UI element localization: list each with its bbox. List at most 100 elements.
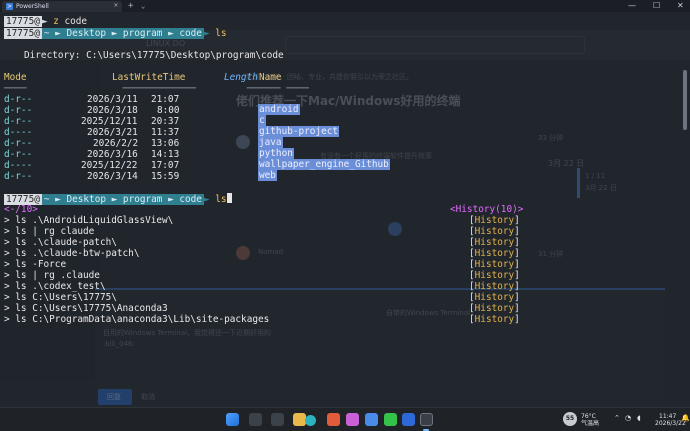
maximize-icon[interactable]: ☐: [653, 0, 660, 12]
path-segment: ~: [43, 28, 50, 39]
header-length: Length: [224, 72, 258, 83]
copilot-icon[interactable]: [346, 413, 359, 426]
prediction-item[interactable]: > ls C:\Users\17775\Anaconda3: [4, 303, 168, 314]
path-segment: Desktop: [66, 28, 106, 39]
row-time: 13:06: [151, 138, 180, 149]
history-tag: [History]: [469, 270, 520, 281]
vscode-icon[interactable]: [402, 413, 415, 426]
history-tag: [History]: [469, 259, 520, 270]
header-name: Name: [259, 72, 282, 83]
directory-line: Directory: C:\Users\17775\Desktop\progra…: [24, 50, 284, 61]
path-segment: ~: [43, 194, 50, 205]
prompt-arg: code: [64, 16, 88, 27]
name-column: android c github-project java python wal…: [258, 104, 390, 181]
terminal-app-icon[interactable]: [420, 413, 433, 426]
prompt-command: z: [53, 16, 59, 27]
dir-name: python: [258, 148, 294, 159]
history-tag: [History]: [469, 303, 520, 314]
prediction-item[interactable]: > ls .\claude-patch\: [4, 237, 117, 248]
clock-time[interactable]: 11:47: [659, 413, 676, 420]
office-icon[interactable]: [327, 413, 340, 426]
chevron-down-icon[interactable]: ⌄: [141, 0, 145, 12]
row-mode: d-r--: [4, 171, 33, 182]
prediction-item[interactable]: > ls .\codex_test\: [4, 281, 106, 292]
prompt-command: ls: [215, 28, 227, 39]
path-segment: program: [122, 28, 163, 39]
row-mode: d-r--: [4, 149, 33, 160]
prediction-item[interactable]: > ls | rg .claude: [4, 270, 100, 281]
prompt-line-3[interactable]: 17775@ ~ ► Desktop ► program ► code ► ls: [4, 193, 232, 205]
dir-name: java: [258, 137, 283, 148]
history-tag: [History]: [469, 248, 520, 259]
dir-name: github-project: [258, 126, 340, 137]
prompt-user: 17775@: [4, 16, 42, 27]
search-icon[interactable]: [249, 413, 262, 426]
row-time: 17:07: [151, 160, 180, 171]
new-tab-icon[interactable]: +: [128, 0, 133, 12]
path-segment: program: [122, 194, 163, 205]
history-tag: [History]: [469, 281, 520, 292]
path-segment: code: [179, 194, 202, 205]
header-lastwrite: LastWriteTime: [112, 72, 186, 83]
row-date: 2026/3/16: [87, 149, 138, 160]
row-date: 2026/3/21: [87, 127, 138, 138]
row-time: 21:07: [151, 94, 180, 105]
row-date: 2026/3/11: [87, 94, 138, 105]
tab-title: PowerShell: [16, 3, 49, 10]
start-icon[interactable]: [226, 413, 239, 426]
row-date: 2026/3/14: [87, 171, 138, 182]
row-time: 14:13: [151, 149, 180, 160]
dir-name: c: [258, 115, 266, 126]
header-mode: Mode: [4, 72, 27, 83]
prediction-item[interactable]: > ls C:\ProgramData\anaconda3\Lib\site-p…: [4, 314, 269, 325]
close-window-icon[interactable]: ✕: [677, 0, 684, 12]
taskbar: 55 76°C 气温高 ⌃ ◔ ◖ 11:47 2026/3/22 🔔: [0, 407, 690, 431]
dir-name: web: [258, 170, 277, 181]
weather-badge[interactable]: 55: [563, 412, 577, 426]
prompt-line-1: 17775@ ► z code: [4, 16, 88, 27]
row-date: 2026/2/2: [93, 138, 139, 149]
history-tag: [History]: [469, 237, 520, 248]
row-mode: d-r--: [4, 116, 33, 127]
prediction-item[interactable]: > ls C:\Users\17775\: [4, 292, 117, 303]
header-underline: ──── ───────────── ────── ────: [4, 83, 309, 94]
edge-icon[interactable]: [305, 415, 316, 426]
prediction-item[interactable]: > ls .\claude-btw-patch\: [4, 248, 139, 259]
task-view-icon[interactable]: [271, 413, 284, 426]
temperature: 76°C: [581, 413, 596, 420]
row-date: 2026/3/18: [87, 105, 138, 116]
close-icon[interactable]: ✕: [114, 1, 118, 9]
row-mode: d-r--: [4, 105, 33, 116]
tray-chevron-icon[interactable]: ⌃: [614, 415, 620, 422]
dir-name: android: [258, 104, 300, 115]
notification-icon[interactable]: 🔔: [681, 415, 690, 422]
terminal-window: > PowerShell ✕ + ⌄ — ☐ ✕ 17775@ ► z code …: [0, 0, 690, 407]
row-date: 2025/12/11: [81, 116, 138, 127]
prediction-source: <History(10)>: [450, 204, 524, 215]
wechat-icon[interactable]: [384, 413, 397, 426]
prompt-line-2: 17775@ ~ ► Desktop ► program ► code ► ls: [4, 28, 227, 39]
text-cursor: [226, 193, 232, 203]
weather-desc: 气温高: [581, 420, 600, 427]
store-icon[interactable]: [365, 413, 378, 426]
wifi-icon[interactable]: ◔: [625, 415, 631, 422]
row-time: 8:00: [157, 105, 180, 116]
prediction-item[interactable]: > ls -Force: [4, 259, 66, 270]
prediction-item[interactable]: > ls .\AndroidLiquidGlassView\: [4, 215, 173, 226]
prediction-counter: <-/10>: [4, 204, 38, 215]
history-tag: [History]: [469, 292, 520, 303]
row-mode: d----: [4, 127, 33, 138]
volume-icon[interactable]: ◖: [637, 415, 641, 422]
minimize-icon[interactable]: —: [628, 0, 636, 12]
prompt-command: ls: [215, 194, 227, 205]
history-tag: [History]: [469, 314, 520, 325]
row-time: 15:59: [151, 171, 180, 182]
row-mode: d----: [4, 160, 33, 171]
path-segment: code: [179, 28, 202, 39]
row-time: 20:37: [151, 116, 180, 127]
tab-powershell[interactable]: > PowerShell ✕: [2, 1, 122, 12]
prediction-item[interactable]: > ls | rg claude: [4, 226, 94, 237]
history-tag: [History]: [469, 215, 520, 226]
row-mode: d-r--: [4, 94, 33, 105]
scrollbar[interactable]: [683, 70, 687, 130]
